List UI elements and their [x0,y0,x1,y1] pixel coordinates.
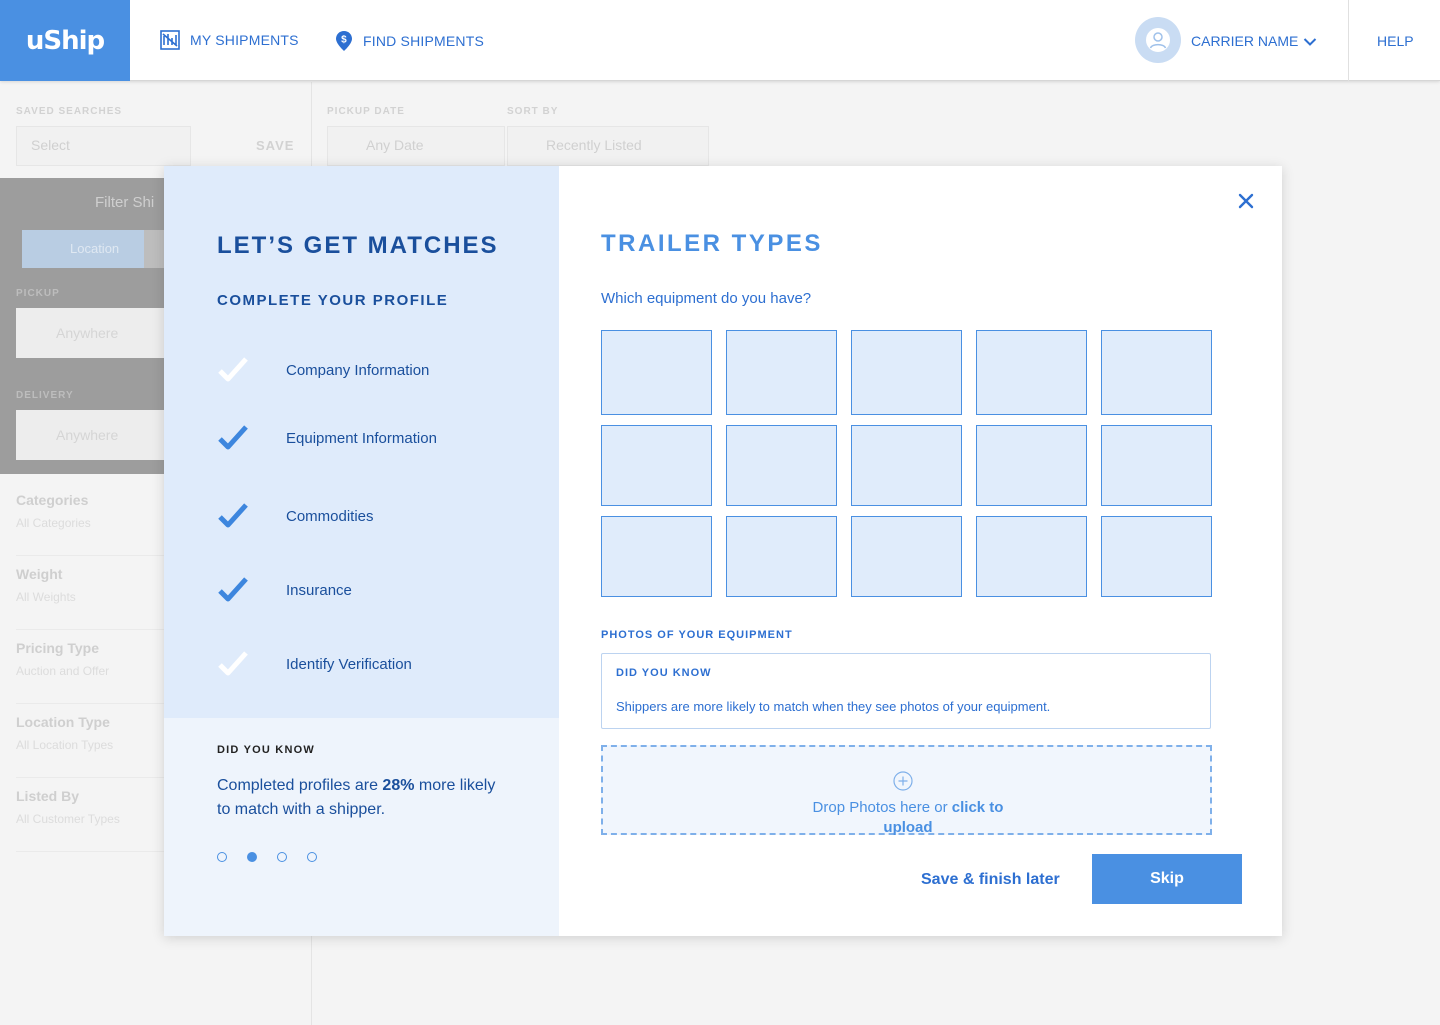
top-navigation: uShip MY SHIPMENTS $ FIND SHIPMENTS CARR… [0,0,1440,81]
pagination-dot[interactable] [277,852,287,862]
modal-left-subtitle: COMPLETE YOUR PROFILE [217,292,449,309]
step-company-information[interactable]: Company Information [217,352,429,388]
trailer-type-grid [601,330,1213,598]
sort-by-label: SORT BY [507,106,559,117]
chevron-down-icon[interactable] [1303,34,1317,52]
step-identify-verification[interactable]: Identify Verification [217,646,412,682]
photos-section-label: PHOTOS OF YOUR EQUIPMENT [601,629,793,641]
trailer-type-tile[interactable] [1101,516,1212,597]
saved-searches-select[interactable]: Select [16,126,191,166]
checkmark-icon [217,420,253,456]
trailer-type-tile[interactable] [1101,330,1212,415]
filter-title: Listed By [16,788,80,804]
trailer-type-tile[interactable] [726,425,837,506]
step-label: Equipment Information [286,429,437,447]
pickup-date-label: PICKUP DATE [327,106,405,117]
step-label: Commodities [286,507,374,525]
step-commodities[interactable]: Commodities [217,498,374,534]
pagination-dot-active[interactable] [247,852,257,862]
save-finish-later-button[interactable]: Save & finish later [921,871,1060,889]
trailer-type-tile[interactable] [601,425,712,506]
plus-circle-icon [893,771,913,796]
trailer-type-tile[interactable] [851,330,962,415]
close-icon[interactable] [1237,192,1255,210]
filter-title: Categories [16,492,89,508]
trailer-types-title: TRAILER TYPES [601,230,823,257]
map-pin-dollar-icon: $ [335,30,353,52]
delivery-label: DELIVERY [16,390,74,401]
filter-title: Filter Shi [95,194,155,211]
filter-value: All Location Types [16,738,114,752]
pagination-dot[interactable] [307,852,317,862]
profile-progress-panel: LET’S GET MATCHES COMPLETE YOUR PROFILE … [164,166,559,936]
trailer-type-tile[interactable] [1101,425,1212,506]
checkmark-icon [217,352,253,388]
equipment-question: Which equipment do you have? [601,290,812,307]
nav-find-shipments-label: FIND SHIPMENTS [363,33,485,49]
logo[interactable]: uShip [0,0,130,81]
step-label: Company Information [286,361,430,379]
user-avatar-icon[interactable] [1135,17,1181,63]
sort-by-select[interactable]: Recently Listed [507,126,709,166]
checkmark-icon [217,646,253,682]
trailer-type-tile[interactable] [726,516,837,597]
trailer-type-tile[interactable] [851,516,962,597]
trailer-type-tile[interactable] [976,425,1087,506]
checkmark-icon [217,498,253,534]
onboarding-modal: LET’S GET MATCHES COMPLETE YOUR PROFILE … [164,166,1282,936]
shipments-grid-icon [160,30,180,50]
help-link[interactable]: HELP [1377,33,1414,49]
trailer-type-tile[interactable] [601,330,712,415]
trailer-type-tile[interactable] [851,425,962,506]
filter-title: Weight [16,566,63,582]
trailer-type-tile[interactable] [976,516,1087,597]
step-label: Identify Verification [286,655,412,673]
trailer-type-tile[interactable] [726,330,837,415]
filter-value: All Categories [16,516,91,530]
step-label: Insurance [286,581,352,599]
filter-title: Location Type [16,714,110,730]
carrier-name[interactable]: CARRIER NAME [1191,33,1298,49]
pickup-date-select[interactable]: Any Date [327,126,505,166]
pagination-dot[interactable] [217,852,227,862]
filter-value: All Weights [16,590,76,604]
trailer-type-tile[interactable] [601,516,712,597]
did-you-know-text: Completed profiles are 28% more likely t… [217,777,496,818]
pagination-dots [217,852,317,862]
photos-tip-box: DID YOU KNOW Shippers are more likely to… [601,653,1211,729]
tip-label: DID YOU KNOW [616,667,712,679]
svg-text:$: $ [341,35,347,46]
pickup-label: PICKUP [16,288,60,299]
did-you-know-label: DID YOU KNOW [217,744,315,756]
save-search-button[interactable]: SAVE [256,138,294,153]
nav-my-shipments[interactable]: MY SHIPMENTS [160,30,299,50]
step-equipment-information[interactable]: Equipment Information [217,420,437,456]
nav-find-shipments[interactable]: $ FIND SHIPMENTS [335,30,484,52]
location-tab[interactable]: Location [22,230,144,268]
nav-divider [1348,0,1349,81]
modal-left-title: LET’S GET MATCHES [217,232,499,259]
filter-value: All Customer Types [16,812,120,826]
dropzone-text: Drop Photos here or click to upload [812,799,1004,836]
nav-my-shipments-label: MY SHIPMENTS [190,32,299,48]
photo-dropzone[interactable]: Drop Photos here or click to upload [601,745,1212,836]
filter-value: Auction and Offer [16,664,110,678]
step-insurance[interactable]: Insurance [217,572,352,608]
checkmark-icon [217,572,253,608]
filter-title: Pricing Type [16,640,99,656]
trailer-type-tile[interactable] [976,330,1087,415]
tip-text: Shippers are more likely to match when t… [616,699,1051,714]
skip-button[interactable]: Skip [1092,854,1242,904]
saved-searches-label: SAVED SEARCHES [16,106,123,117]
